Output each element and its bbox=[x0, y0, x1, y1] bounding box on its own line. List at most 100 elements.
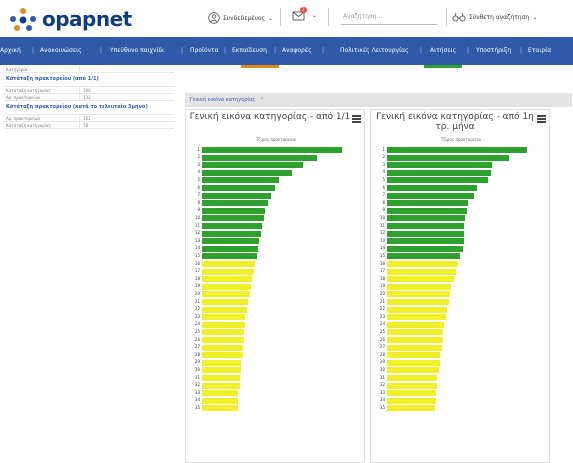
bar[interactable] bbox=[202, 337, 244, 343]
logo[interactable]: opapnet bbox=[8, 6, 132, 32]
nav-item-reports[interactable]: Αναφορές bbox=[282, 47, 312, 54]
bar[interactable] bbox=[202, 147, 342, 153]
bar[interactable] bbox=[202, 253, 257, 260]
nav-item-products[interactable]: Προϊόντα bbox=[190, 47, 219, 54]
bar[interactable] bbox=[387, 245, 463, 252]
bar[interactable] bbox=[202, 283, 251, 290]
chart-title: Γενική εικόνα κατηγορίας - από 1/1 bbox=[189, 112, 351, 122]
bar[interactable] bbox=[387, 397, 436, 404]
bar[interactable] bbox=[387, 276, 455, 283]
bar[interactable] bbox=[387, 162, 492, 169]
bar[interactable] bbox=[387, 200, 469, 207]
bar[interactable] bbox=[387, 223, 464, 229]
bar[interactable] bbox=[387, 253, 460, 260]
advanced-search-button[interactable]: Σύνθετη αναζήτηση ⌄ bbox=[452, 12, 537, 22]
menu-icon[interactable] bbox=[537, 115, 546, 123]
bar[interactable] bbox=[387, 283, 452, 290]
bar[interactable] bbox=[202, 359, 242, 366]
bar[interactable] bbox=[202, 238, 260, 245]
bar[interactable] bbox=[387, 268, 456, 275]
nav-separator: | bbox=[181, 47, 184, 54]
bar[interactable] bbox=[202, 207, 265, 214]
bar[interactable] bbox=[387, 177, 488, 184]
bar[interactable] bbox=[387, 185, 477, 191]
panel-header[interactable]: Γενική εικόνα κατηγορίας ⌃ bbox=[185, 93, 572, 107]
bar[interactable] bbox=[202, 230, 261, 237]
bar[interactable] bbox=[202, 314, 246, 321]
category-overview-panel: Γενική εικόνα κατηγορίας ⌃ Γενική εικόνα… bbox=[184, 92, 573, 463]
nav-item-training[interactable]: Εκπαίδευση bbox=[232, 47, 267, 54]
bar[interactable] bbox=[387, 329, 443, 336]
bar[interactable] bbox=[387, 405, 435, 412]
y-tick-label: 18 bbox=[194, 275, 200, 281]
nav-separator: | bbox=[32, 47, 35, 54]
nav-accent-green bbox=[424, 65, 462, 68]
bar[interactable] bbox=[202, 177, 279, 184]
nav-separator: | bbox=[420, 47, 423, 54]
nav-item-responsible-gaming[interactable]: Υπεύθυνο παιχνίδι bbox=[110, 47, 164, 54]
bar[interactable] bbox=[202, 321, 246, 328]
y-tick-label: 20 bbox=[194, 290, 200, 296]
bar[interactable] bbox=[387, 261, 459, 267]
bar[interactable] bbox=[202, 268, 254, 275]
bar[interactable] bbox=[202, 299, 249, 305]
bar[interactable] bbox=[202, 329, 244, 336]
bar[interactable] bbox=[202, 390, 239, 397]
bar[interactable] bbox=[387, 390, 436, 397]
bar[interactable] bbox=[202, 192, 271, 199]
bar[interactable] bbox=[202, 344, 243, 351]
bar[interactable] bbox=[387, 382, 438, 389]
bar[interactable] bbox=[202, 276, 253, 283]
bar[interactable] bbox=[387, 321, 445, 328]
nav-item-home[interactable]: Αρχική bbox=[0, 47, 21, 54]
y-tick-label: 35 bbox=[379, 404, 385, 410]
bar[interactable] bbox=[202, 367, 242, 374]
menu-icon[interactable] bbox=[352, 115, 361, 123]
bar[interactable] bbox=[387, 359, 441, 366]
nav-item-company[interactable]: Εταιρία bbox=[528, 47, 551, 54]
bar[interactable] bbox=[387, 230, 464, 237]
bar[interactable] bbox=[202, 200, 268, 207]
bar[interactable] bbox=[387, 291, 450, 298]
bar[interactable] bbox=[202, 306, 247, 313]
bar[interactable] bbox=[387, 215, 466, 222]
bar[interactable] bbox=[202, 245, 258, 252]
bar[interactable] bbox=[387, 147, 527, 153]
bar[interactable] bbox=[387, 192, 474, 199]
row-value: 196 bbox=[83, 87, 91, 93]
nav-item-announcements[interactable]: Ανακοινώσεις bbox=[40, 47, 82, 54]
bar[interactable] bbox=[387, 344, 442, 351]
nav-item-support[interactable]: Υποστήριξη bbox=[476, 47, 511, 54]
y-tick-label: 4 bbox=[382, 169, 385, 175]
bar[interactable] bbox=[387, 169, 491, 176]
y-tick-label: 2 bbox=[382, 154, 385, 160]
bar[interactable] bbox=[387, 367, 439, 374]
bar[interactable] bbox=[202, 169, 292, 176]
bar[interactable] bbox=[387, 306, 448, 313]
bar[interactable] bbox=[202, 375, 240, 381]
bar[interactable] bbox=[387, 314, 446, 321]
nav-item-policies[interactable]: Πολιτικές Λειτουργίας bbox=[340, 47, 409, 54]
bar[interactable] bbox=[202, 154, 317, 161]
bar[interactable] bbox=[387, 337, 443, 343]
user-menu[interactable]: Συνδεδεμένος ⌄ bbox=[208, 12, 273, 24]
bar[interactable] bbox=[202, 162, 303, 169]
bar[interactable] bbox=[202, 382, 240, 389]
bar[interactable] bbox=[202, 291, 250, 298]
search-input[interactable]: Αναζήτηση... bbox=[341, 9, 437, 25]
bar[interactable] bbox=[202, 261, 256, 267]
bar[interactable] bbox=[387, 375, 438, 381]
bar[interactable] bbox=[202, 223, 263, 229]
bar[interactable] bbox=[202, 352, 243, 359]
bar[interactable] bbox=[202, 405, 239, 412]
nav-item-applications[interactable]: Αιτήσεις bbox=[430, 47, 456, 54]
bar[interactable] bbox=[387, 154, 509, 161]
bar[interactable] bbox=[202, 215, 264, 222]
bar[interactable] bbox=[387, 352, 441, 359]
notifications-button[interactable]: 2 ⌄ bbox=[292, 7, 317, 21]
bar[interactable] bbox=[202, 397, 239, 404]
bar[interactable] bbox=[387, 238, 464, 245]
bar[interactable] bbox=[387, 207, 467, 214]
bar[interactable] bbox=[387, 299, 449, 305]
bar[interactable] bbox=[202, 185, 275, 191]
